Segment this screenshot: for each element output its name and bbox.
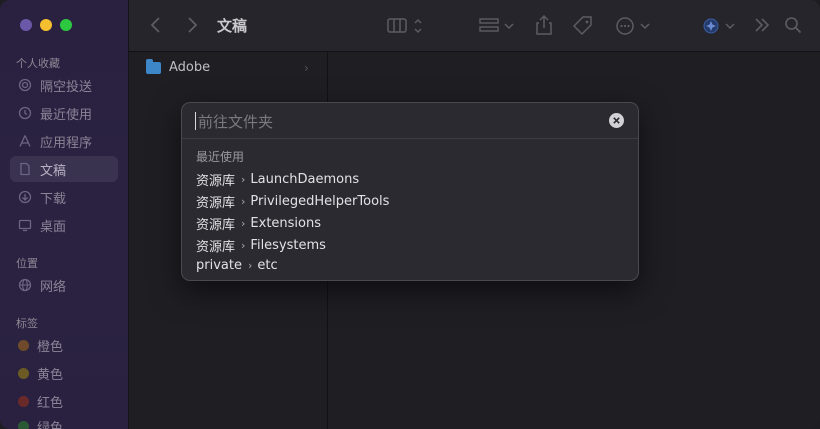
airdrop-icon xyxy=(18,78,32,92)
go-to-folder-input[interactable] xyxy=(196,109,600,135)
result-child: PrivilegedHelperTools xyxy=(250,194,390,209)
result-parent: 资源库 xyxy=(196,240,236,255)
sidebar-item-label: 桌面 xyxy=(40,219,67,235)
green-tag-icon xyxy=(18,420,29,429)
window-controls xyxy=(20,19,72,31)
share-icon xyxy=(536,14,552,35)
recent-result[interactable]: private › etc xyxy=(196,258,278,273)
yellow-tag-icon xyxy=(18,367,29,379)
sidebar-item-label: 网络 xyxy=(40,279,67,295)
finder-window: 个人收藏 隔空投送 最近使用 应用程序 文稿 下载 桌面 位置 网络 标签 橙色… xyxy=(0,0,820,429)
browser-item-label: Adobe xyxy=(169,60,211,75)
result-parent: 资源库 xyxy=(196,218,236,233)
compass-icon xyxy=(703,18,735,34)
sidebar-item-documents[interactable]: 文稿 xyxy=(10,156,118,182)
result-parent: private xyxy=(196,258,242,273)
share-button[interactable] xyxy=(535,14,553,40)
extension-button[interactable] xyxy=(702,16,738,40)
clock-icon xyxy=(18,106,32,120)
result-parent: 资源库 xyxy=(196,196,236,211)
sidebar-tag-yellow[interactable]: 黄色 xyxy=(10,360,118,386)
orange-tag-icon xyxy=(18,339,29,351)
sidebar-item-label: 红色 xyxy=(37,395,64,411)
sidebar: 个人收藏 隔空投送 最近使用 应用程序 文稿 下载 桌面 位置 网络 标签 橙色… xyxy=(0,0,129,429)
result-child: Filesystems xyxy=(250,238,326,253)
recent-result[interactable]: 资源库 › Extensions xyxy=(196,214,321,233)
forward-button[interactable] xyxy=(186,16,198,38)
sidebar-item-downloads[interactable]: 下载 xyxy=(10,184,118,210)
chevron-left-icon xyxy=(150,17,160,33)
sidebar-item-desktop[interactable]: 桌面 xyxy=(10,212,118,238)
search-button[interactable] xyxy=(784,16,802,38)
recent-result[interactable]: 资源库 › LaunchDaemons xyxy=(196,170,359,189)
clear-button[interactable] xyxy=(609,113,624,128)
chevron-right-icon: › xyxy=(247,259,253,272)
overflow-button[interactable] xyxy=(754,17,770,37)
close-window-button[interactable] xyxy=(20,19,32,31)
go-to-folder-search-row xyxy=(182,103,638,139)
chevron-right-icon: › xyxy=(241,217,246,230)
result-child: etc xyxy=(257,258,278,273)
chevron-right-icon: › xyxy=(241,239,246,252)
view-columns-button[interactable] xyxy=(387,17,427,39)
text-caret xyxy=(195,112,196,130)
chevron-right-icon: › xyxy=(304,61,309,75)
sidebar-item-label: 黄色 xyxy=(37,367,64,383)
folder-icon xyxy=(146,58,161,74)
document-icon xyxy=(18,162,32,176)
back-button[interactable] xyxy=(150,16,162,38)
result-parent: 资源库 xyxy=(196,174,236,189)
grid-icon xyxy=(479,18,514,32)
search-icon xyxy=(785,17,802,34)
zoom-window-button[interactable] xyxy=(60,19,72,31)
clear-x-icon xyxy=(613,117,620,124)
browser-item-adobe[interactable]: Adobe xyxy=(146,58,211,75)
sidebar-item-label: 绿色 xyxy=(37,420,64,429)
sidebar-item-label: 最近使用 xyxy=(40,107,93,123)
ellipsis-circle-icon xyxy=(616,17,650,35)
recent-result[interactable]: 资源库 › Filesystems xyxy=(196,236,326,255)
chevron-right-icon: › xyxy=(241,173,246,186)
window-title: 文稿 xyxy=(217,17,248,35)
sidebar-item-label: 应用程序 xyxy=(40,135,93,151)
double-chevron-right-icon xyxy=(755,18,770,32)
columns-view-icon xyxy=(387,18,422,33)
recent-result[interactable]: 资源库 › PrivilegedHelperTools xyxy=(196,192,389,211)
result-child: LaunchDaemons xyxy=(250,172,360,187)
result-child: Extensions xyxy=(250,216,322,231)
recent-label: 最近使用 xyxy=(196,150,245,164)
group-button[interactable] xyxy=(479,17,517,39)
sidebar-item-label: 隔空投送 xyxy=(40,79,93,95)
tag-button[interactable] xyxy=(572,15,594,41)
desktop-icon xyxy=(18,218,32,232)
sidebar-tag-red[interactable]: 红色 xyxy=(10,388,118,414)
sidebar-tag-green[interactable]: 绿色 xyxy=(10,413,118,429)
globe-icon xyxy=(18,278,32,292)
red-tag-icon xyxy=(18,395,29,407)
sidebar-section-tags: 标签 xyxy=(16,317,38,330)
minimize-window-button[interactable] xyxy=(40,19,52,31)
more-actions-button[interactable] xyxy=(616,16,652,40)
applications-icon xyxy=(18,134,32,148)
sidebar-tag-orange[interactable]: 橙色 xyxy=(10,332,118,358)
chevron-right-icon: › xyxy=(241,195,246,208)
sidebar-item-label: 文稿 xyxy=(40,163,67,179)
go-to-folder-dialog: 最近使用 资源库 › LaunchDaemons 资源库 › Privilege… xyxy=(181,102,639,281)
sidebar-item-recents[interactable]: 最近使用 xyxy=(10,100,118,126)
sidebar-section-favorites: 个人收藏 xyxy=(16,57,60,70)
sidebar-section-locations: 位置 xyxy=(16,257,38,270)
sidebar-item-network[interactable]: 网络 xyxy=(10,272,118,298)
sidebar-item-label: 橙色 xyxy=(37,339,64,355)
sidebar-item-applications[interactable]: 应用程序 xyxy=(10,128,118,154)
sidebar-item-label: 下载 xyxy=(40,191,67,207)
download-icon xyxy=(18,190,32,204)
sidebar-item-airdrop[interactable]: 隔空投送 xyxy=(10,72,118,98)
chevron-right-icon xyxy=(188,17,198,33)
tag-icon xyxy=(572,16,592,36)
